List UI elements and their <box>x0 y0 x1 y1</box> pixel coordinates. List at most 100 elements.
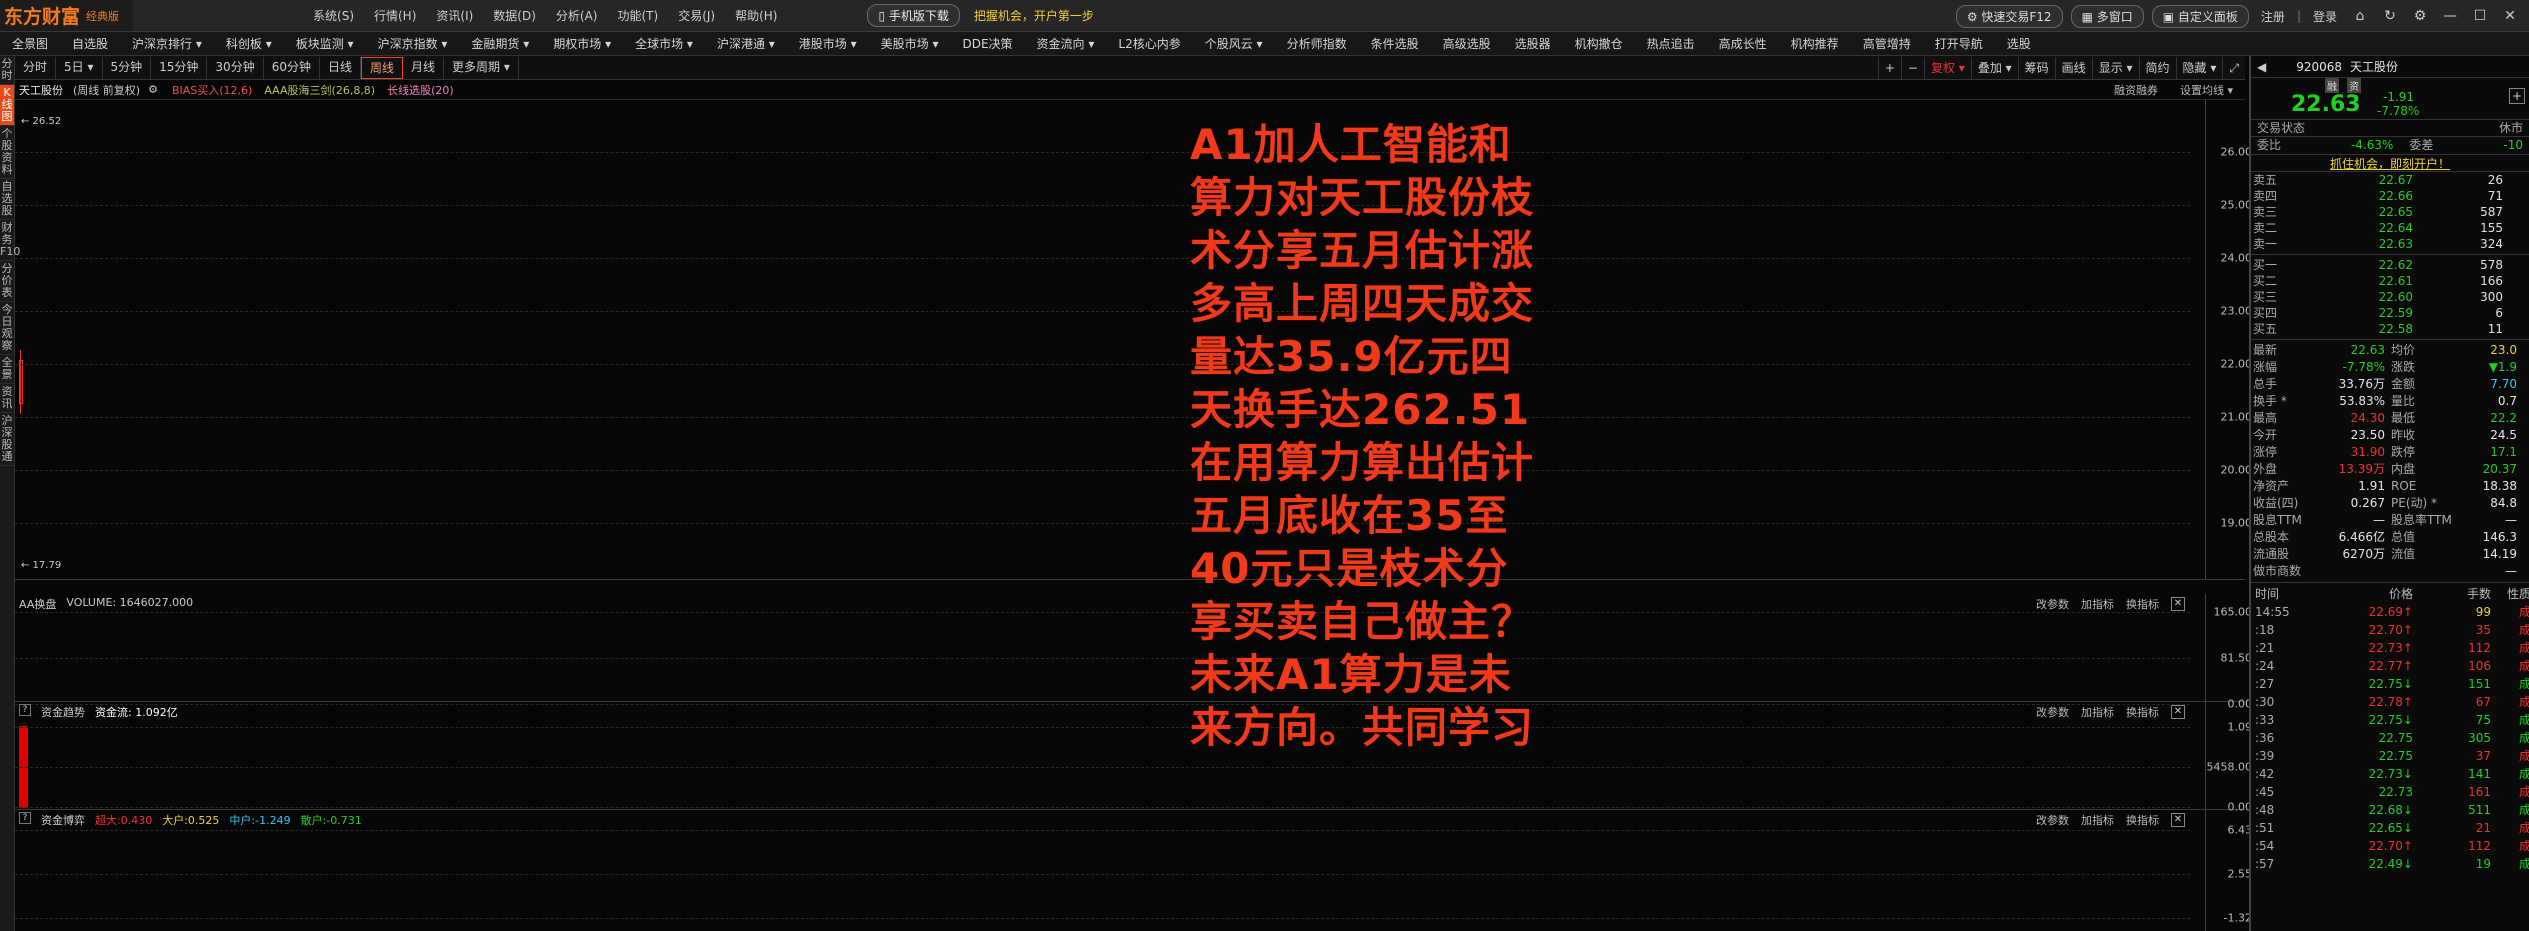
left-tab[interactable]: 个股资料 <box>0 126 14 179</box>
chart-tool-button[interactable]: 筹码 <box>2017 56 2055 79</box>
chart-tool-button[interactable]: 画线 <box>2054 56 2092 79</box>
period-tab[interactable]: 更多周期 ▾ <box>444 56 519 79</box>
left-tab[interactable]: 分价表 <box>0 261 14 302</box>
margin-trading-button[interactable]: 融资融券 <box>2114 82 2158 98</box>
nav-item[interactable]: 沪深京指数 ▾ <box>366 35 460 52</box>
nav-item[interactable]: 高成长性 <box>1707 35 1779 52</box>
home-icon[interactable]: ⌂ <box>2349 5 2371 27</box>
flow-change-indicator[interactable]: 换指标 <box>2126 812 2159 828</box>
period-tab[interactable]: 60分钟 <box>264 56 320 79</box>
open-account-link[interactable]: 抓住机会，即刻开户！ <box>2251 154 2529 172</box>
close-icon[interactable]: ✕ <box>2499 5 2521 27</box>
nav-item[interactable]: 个股风云 ▾ <box>1193 35 1275 52</box>
nav-item[interactable]: 自选股 <box>60 35 120 52</box>
menu-item[interactable]: 帮助(H) <box>725 7 787 24</box>
tick-row[interactable]: :33 22.75↓ 75成 <box>2251 711 2529 729</box>
menu-item[interactable]: 功能(T) <box>607 7 668 24</box>
nav-item[interactable]: 高级选股 <box>1431 35 1503 52</box>
period-tab[interactable]: 5分钟 <box>103 56 152 79</box>
nav-item[interactable]: 热点追击 <box>1635 35 1707 52</box>
left-tab[interactable]: K线图 <box>0 85 14 126</box>
back-icon[interactable]: ◀ <box>2257 60 2266 74</box>
nav-item[interactable]: 金融期货 ▾ <box>459 35 541 52</box>
nav-item[interactable]: 板块监测 ▾ <box>284 35 366 52</box>
help-icon[interactable]: ? <box>19 704 31 716</box>
tick-row[interactable]: 14:55 22.69↑ 99成 <box>2251 603 2529 621</box>
nav-item[interactable]: 打开导航 <box>1923 35 1995 52</box>
period-tab[interactable]: 日线 <box>320 56 361 79</box>
register-link[interactable]: 注册 <box>2257 8 2289 25</box>
nav-item[interactable]: 港股市场 ▾ <box>787 35 869 52</box>
menu-item[interactable]: 系统(S) <box>303 7 364 24</box>
left-tab[interactable]: 分时 <box>0 56 14 85</box>
tick-row[interactable]: :21 22.73↑ 112成 <box>2251 639 2529 657</box>
indicator-bias[interactable]: BIAS买入(12,6) <box>172 82 252 98</box>
promo-link[interactable]: 把握机会，开户第一步 <box>974 7 1094 24</box>
nav-item[interactable]: 沪深港通 ▾ <box>705 35 787 52</box>
mobile-download-button[interactable]: ▯ 手机版下载 <box>867 4 960 27</box>
nav-item[interactable]: 条件选股 <box>1359 35 1431 52</box>
nav-item[interactable]: 美股市场 ▾ <box>869 35 951 52</box>
tick-row[interactable]: :57 22.49↓ 19成 <box>2251 855 2529 873</box>
menu-item[interactable]: 行情(H) <box>364 7 426 24</box>
nav-item[interactable]: 全景图 <box>0 35 60 52</box>
settings-icon[interactable]: ⚙ <box>2409 5 2431 27</box>
volume-change-indicator[interactable]: 换指标 <box>2126 596 2159 612</box>
menu-item[interactable]: 数据(D) <box>483 7 546 24</box>
custom-panel-button[interactable]: ▣ 自定义面板 <box>2151 4 2249 28</box>
fund-close-icon[interactable]: ✕ <box>2171 705 2185 719</box>
left-tab[interactable]: 财务F10 <box>0 220 20 261</box>
login-link[interactable]: 登录 <box>2309 8 2341 25</box>
chart-tool-button[interactable]: 隐藏 ▾ <box>2175 56 2223 79</box>
flow-add-indicator[interactable]: 加指标 <box>2081 812 2114 828</box>
nav-item[interactable]: 机构推荐 <box>1779 35 1851 52</box>
nav-item[interactable]: L2核心内参 <box>1106 35 1192 52</box>
volume-edit-params[interactable]: 改参数 <box>2036 596 2069 612</box>
multi-window-button[interactable]: ▦ 多窗口 <box>2070 4 2144 28</box>
chart-tool-button[interactable]: 叠加 ▾ <box>1970 56 2018 79</box>
fund-add-indicator[interactable]: 加指标 <box>2081 704 2114 720</box>
left-tab[interactable]: 全景 <box>0 355 14 384</box>
nav-item[interactable]: 资金流向 ▾ <box>1025 35 1107 52</box>
period-tab[interactable]: 周线 <box>361 56 404 79</box>
left-tab[interactable]: 沪深股通 <box>0 413 14 466</box>
tick-row[interactable]: :27 22.75↓ 151成 <box>2251 675 2529 693</box>
flow-edit-params[interactable]: 改参数 <box>2036 812 2069 828</box>
left-tab[interactable]: 资讯 <box>0 384 14 413</box>
chart-tool-button[interactable]: − <box>1900 56 1924 79</box>
fund-edit-params[interactable]: 改参数 <box>2036 704 2069 720</box>
fund-change-indicator[interactable]: 换指标 <box>2126 704 2159 720</box>
tick-row[interactable]: :45 22.73 161成 <box>2251 783 2529 801</box>
help-icon[interactable]: ? <box>19 812 31 824</box>
period-tab[interactable]: 分时 <box>15 56 57 79</box>
chart-settings-icon[interactable]: ⚙ <box>148 83 158 96</box>
menu-item[interactable]: 分析(A) <box>546 7 608 24</box>
chart-tool-button[interactable]: + <box>1877 56 1901 79</box>
indicator-longline[interactable]: 长线选股(20) <box>387 82 454 98</box>
left-tab[interactable]: 自选股 <box>0 179 14 220</box>
period-tab[interactable]: 30分钟 <box>207 56 264 79</box>
menu-item[interactable]: 交易(J) <box>668 7 725 24</box>
period-tab[interactable]: 15分钟 <box>151 56 208 79</box>
nav-item[interactable]: 科创板 ▾ <box>214 35 284 52</box>
period-tab[interactable]: 月线 <box>403 56 445 79</box>
ma-settings-button[interactable]: 设置均线 ▾ <box>2180 82 2233 98</box>
maximize-icon[interactable]: ☐ <box>2469 5 2491 27</box>
period-tab[interactable]: 5日 ▾ <box>56 56 103 79</box>
tick-row[interactable]: :30 22.78↑ 67成 <box>2251 693 2529 711</box>
chart-tool-button[interactable]: 简约 <box>2138 56 2176 79</box>
indicator-aaa[interactable]: AAA股海三剑(26,8,8) <box>264 82 375 98</box>
nav-item[interactable]: DDE决策 <box>950 35 1024 52</box>
add-watchlist-icon[interactable]: + <box>2509 88 2525 104</box>
tick-row[interactable]: :39 22.75 37成 <box>2251 747 2529 765</box>
flow-close-icon[interactable]: ✕ <box>2171 813 2185 827</box>
tick-row[interactable]: :18 22.70↑ 35成 <box>2251 621 2529 639</box>
app-logo[interactable]: 东方财富 经典版 <box>0 0 134 31</box>
kline-pane[interactable]: 26.00 25.00 24.00 23.00 22.00 21.00 20.00 19.00… <box>15 100 2252 580</box>
volume-close-icon[interactable]: ✕ <box>2171 597 2185 611</box>
nav-item[interactable]: 选股器 <box>1503 35 1563 52</box>
tick-row[interactable]: :36 22.75 305成 <box>2251 729 2529 747</box>
chart-tool-button[interactable]: ⤢ <box>2222 56 2245 79</box>
nav-item[interactable]: 选股 <box>1995 35 2043 52</box>
nav-item[interactable]: 机构撤仓 <box>1563 35 1635 52</box>
